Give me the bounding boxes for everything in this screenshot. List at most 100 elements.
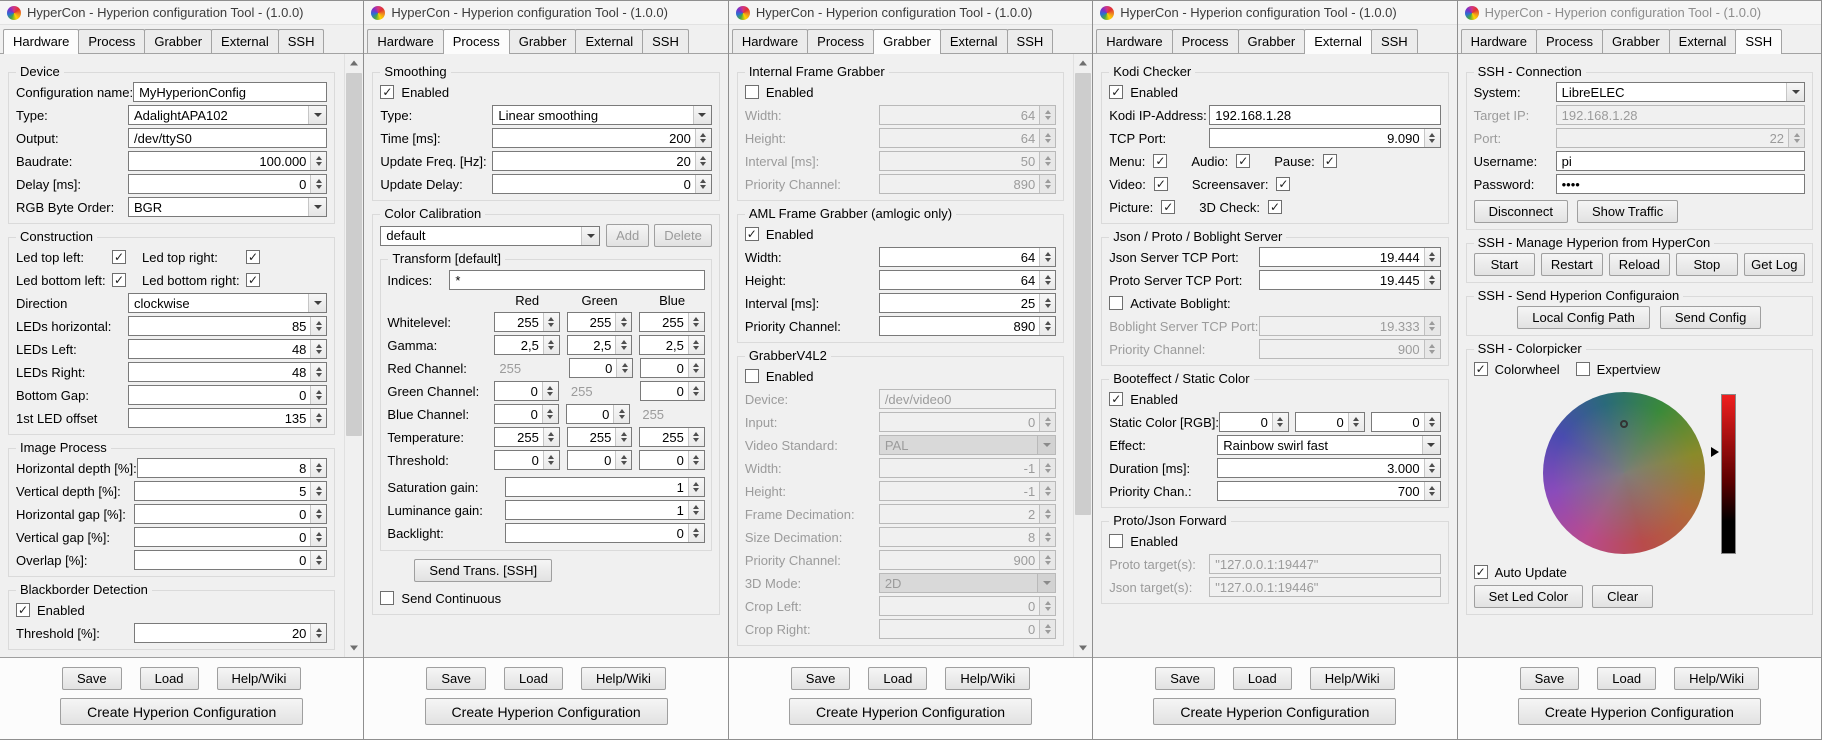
update-freq-spinner[interactable]: 20 — [492, 151, 711, 171]
scroll-up-icon[interactable] — [1074, 54, 1092, 72]
vertical-depth-spinner[interactable]: 5 — [134, 481, 327, 501]
threshold-red-spinner[interactable]: 0 — [494, 450, 559, 470]
kodi-picture-checkbox[interactable] — [1161, 200, 1175, 214]
internal-enabled-checkbox[interactable] — [745, 85, 759, 99]
rgb-byte-order-dropdown[interactable]: BGR — [128, 197, 327, 217]
tab-process[interactable]: Process — [1172, 29, 1239, 53]
create-configuration-button[interactable]: Create Hyperion Configuration — [1153, 698, 1396, 725]
kodi-pause-checkbox[interactable] — [1323, 154, 1337, 168]
system-dropdown[interactable]: LibreELEC — [1556, 82, 1805, 102]
tab-hardware[interactable]: Hardware — [1096, 29, 1172, 53]
spinner-arrows-icon[interactable] — [310, 624, 326, 642]
clear-button[interactable]: Clear — [1592, 585, 1653, 608]
tab-process[interactable]: Process — [443, 29, 510, 54]
delete-button[interactable]: Delete — [654, 224, 712, 247]
booteffect-enabled-checkbox[interactable] — [1109, 392, 1123, 406]
tab-hardware[interactable]: Hardware — [367, 29, 443, 53]
kodi-3d-check-checkbox[interactable] — [1268, 200, 1282, 214]
local-config-path-button[interactable]: Local Config Path — [1517, 306, 1650, 329]
kodi-ip-input[interactable]: 192.168.1.28 — [1209, 105, 1440, 125]
create-configuration-button[interactable]: Create Hyperion Configuration — [1518, 698, 1761, 725]
scroll-down-icon[interactable] — [1074, 639, 1092, 657]
spinner-arrows-icon[interactable] — [310, 363, 326, 381]
kodi-menu-checkbox[interactable] — [1153, 154, 1167, 168]
tab-external[interactable]: External — [1304, 29, 1372, 54]
spinner-arrows-icon[interactable] — [1039, 317, 1055, 335]
spinner-arrows-icon[interactable] — [310, 505, 326, 523]
blackborder-threshold-spinner[interactable]: 20 — [134, 623, 327, 643]
spinner-arrows-icon[interactable] — [310, 551, 326, 569]
expertview-checkbox[interactable] — [1576, 362, 1590, 376]
tab-grabber[interactable]: Grabber — [509, 29, 577, 53]
kodi-screensaver-checkbox[interactable] — [1276, 177, 1290, 191]
tab-ssh[interactable]: SSH — [1007, 29, 1054, 53]
load-button[interactable]: Load — [868, 667, 927, 690]
direction-dropdown[interactable]: clockwise — [128, 293, 327, 313]
spinner-arrows-icon[interactable] — [1424, 248, 1440, 266]
horizontal-depth-spinner[interactable]: 8 — [137, 458, 328, 478]
delay-spinner[interactable]: 0 — [128, 174, 327, 194]
spinner-arrows-icon[interactable] — [1424, 482, 1440, 500]
spinner-arrows-icon[interactable] — [688, 501, 704, 519]
scroll-up-icon[interactable] — [345, 54, 363, 72]
leds-left-spinner[interactable]: 48 — [128, 339, 327, 359]
tab-hardware[interactable]: Hardware — [732, 29, 808, 53]
spinner-arrows-icon[interactable] — [310, 340, 326, 358]
booteffect-priority-spinner[interactable]: 700 — [1217, 481, 1440, 501]
smoothing-type-dropdown[interactable]: Linear smoothing — [492, 105, 711, 125]
spinner-arrows-icon[interactable] — [310, 409, 326, 427]
spinner-arrows-icon[interactable] — [1272, 413, 1288, 431]
load-button[interactable]: Load — [504, 667, 563, 690]
spinner-arrows-icon[interactable] — [310, 386, 326, 404]
tab-ssh[interactable]: SSH — [642, 29, 689, 53]
scroll-down-icon[interactable] — [345, 639, 363, 657]
help-wiki-button[interactable]: Help/Wiki — [945, 667, 1030, 690]
tab-ssh[interactable]: SSH — [278, 29, 325, 53]
gamma-green-spinner[interactable]: 2,5 — [567, 335, 632, 355]
restart-button[interactable]: Restart — [1541, 253, 1602, 276]
horizontal-gap-spinner[interactable]: 0 — [134, 504, 327, 524]
activate-boblight-checkbox[interactable] — [1109, 296, 1123, 310]
aml-width-spinner[interactable]: 64 — [879, 247, 1056, 267]
scrollbar-track[interactable] — [345, 72, 363, 639]
save-button[interactable]: Save — [426, 667, 486, 690]
spinner-arrows-icon[interactable] — [310, 528, 326, 546]
leds-right-spinner[interactable]: 48 — [128, 362, 327, 382]
tab-grabber[interactable]: Grabber — [1238, 29, 1306, 53]
colorwheel-checkbox[interactable] — [1474, 362, 1488, 376]
aml-interval-spinner[interactable]: 25 — [879, 293, 1056, 313]
save-button[interactable]: Save — [1155, 667, 1215, 690]
aml-height-spinner[interactable]: 64 — [879, 270, 1056, 290]
auto-update-checkbox[interactable] — [1474, 565, 1488, 579]
create-configuration-button[interactable]: Create Hyperion Configuration — [789, 698, 1032, 725]
tab-process[interactable]: Process — [807, 29, 874, 53]
spinner-arrows-icon[interactable] — [688, 336, 704, 354]
spinner-arrows-icon[interactable] — [1039, 294, 1055, 312]
threshold-green-spinner[interactable]: 0 — [567, 450, 632, 470]
help-wiki-button[interactable]: Help/Wiki — [217, 667, 302, 690]
spinner-arrows-icon[interactable] — [310, 459, 326, 477]
tab-external[interactable]: External — [940, 29, 1008, 53]
spinner-arrows-icon[interactable] — [688, 382, 704, 400]
load-button[interactable]: Load — [1597, 667, 1656, 690]
time-spinner[interactable]: 200 — [492, 128, 711, 148]
type-dropdown[interactable]: AdalightAPA102 — [128, 105, 327, 125]
led-top-right-checkbox[interactable] — [246, 250, 260, 264]
spinner-arrows-icon[interactable] — [616, 359, 632, 377]
spinner-arrows-icon[interactable] — [688, 359, 704, 377]
spinner-arrows-icon[interactable] — [615, 336, 631, 354]
vertical-scrollbar[interactable] — [1073, 54, 1092, 657]
send-config-button[interactable]: Send Config — [1660, 306, 1762, 329]
spinner-arrows-icon[interactable] — [310, 317, 326, 335]
luminance-gain-spinner[interactable]: 1 — [505, 500, 704, 520]
spinner-arrows-icon[interactable] — [1424, 459, 1440, 477]
spinner-arrows-icon[interactable] — [543, 336, 559, 354]
static-color-blue-spinner[interactable]: 0 — [1371, 412, 1441, 432]
scrollbar-track[interactable] — [1074, 72, 1092, 639]
json-server-port-spinner[interactable]: 19.444 — [1259, 247, 1440, 267]
tab-external[interactable]: External — [211, 29, 279, 53]
spinner-arrows-icon[interactable] — [1039, 248, 1055, 266]
add-button[interactable]: Add — [606, 224, 649, 247]
scrollbar-thumb[interactable] — [1075, 73, 1091, 515]
spinner-arrows-icon[interactable] — [543, 451, 559, 469]
